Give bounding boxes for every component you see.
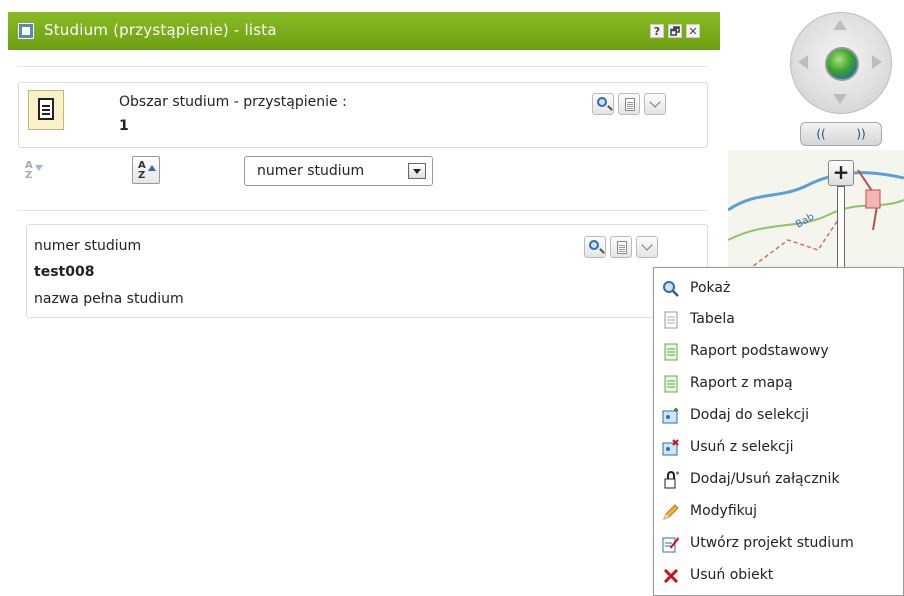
- svg-text:Bab: Bab: [794, 211, 816, 230]
- chevron-down-icon: [641, 239, 653, 251]
- sort-field-select[interactable]: numer studium: [244, 156, 433, 186]
- menu-item-create-project[interactable]: Utwórz projekt studium: [662, 532, 900, 556]
- panel-titlebar[interactable]: Studium (przystąpienie) - lista ? 🗗 ✕: [8, 12, 720, 50]
- create-project-icon: [662, 537, 679, 553]
- divider: [18, 210, 708, 211]
- sort-descending-button[interactable]: AZ: [132, 156, 160, 184]
- menu-item-label: Raport podstawowy: [690, 343, 829, 359]
- divider: [18, 66, 708, 67]
- window-icon: [18, 23, 34, 39]
- menu-item-label: Modyfikuj: [690, 503, 758, 519]
- help-button[interactable]: ?: [650, 24, 664, 38]
- layer-header-card: [18, 82, 708, 148]
- menu-item-label: Pokaż: [690, 280, 731, 296]
- page-icon: [617, 241, 627, 254]
- menu-item-label: Utwórz projekt studium: [690, 535, 854, 551]
- document-icon[interactable]: [28, 90, 64, 130]
- menu-item-label: Dodaj do selekcji: [690, 407, 810, 423]
- globe-icon[interactable]: [825, 47, 859, 81]
- remove-selection-icon: [662, 439, 679, 456]
- sort-field-value: numer studium: [257, 163, 365, 179]
- map-features-graphic: Bab: [728, 169, 904, 270]
- magnifier-icon: [663, 281, 679, 297]
- page-icon: [625, 98, 635, 111]
- record-second-label: nazwa pełna studium: [34, 291, 184, 307]
- table-page-icon: [664, 311, 678, 329]
- list-panel: Studium (przystąpienie) - lista ? 🗗 ✕ Ob…: [8, 12, 720, 596]
- menu-item-label: Dodaj/Usuń załącznik: [690, 471, 840, 487]
- pan-forward-button[interactable]: )): [856, 127, 865, 141]
- menu-item-label: Usuń obiekt: [690, 567, 774, 583]
- close-button[interactable]: ✕: [686, 24, 700, 38]
- pan-left-icon[interactable]: [798, 55, 808, 69]
- more-actions-button[interactable]: [644, 93, 666, 115]
- menu-item-label: Usuń z selekcji: [690, 439, 794, 455]
- pan-right-icon[interactable]: [872, 55, 882, 69]
- menu-item-label: Raport z mapą: [690, 375, 793, 391]
- menu-item-map-report[interactable]: Raport z mapą: [662, 372, 900, 396]
- pan-down-icon[interactable]: [833, 94, 847, 104]
- menu-item-add-selection[interactable]: Dodaj do selekcji: [662, 404, 900, 428]
- menu-item-delete[interactable]: Usuń obiekt: [662, 564, 900, 588]
- magnifier-icon: [589, 240, 599, 250]
- pan-back-button[interactable]: ((: [816, 127, 825, 141]
- menu-item-remove-selection[interactable]: Usuń z selekcji: [662, 436, 900, 460]
- dropdown-arrow-icon[interactable]: [408, 163, 426, 179]
- table-button[interactable]: [618, 93, 640, 115]
- menu-item-table[interactable]: Tabela: [662, 308, 900, 332]
- record-field-value: test008: [34, 264, 95, 280]
- report-icon: [664, 343, 678, 361]
- record-table-button[interactable]: [610, 236, 632, 258]
- restore-button[interactable]: 🗗: [668, 24, 682, 38]
- record-field-label: numer studium: [34, 238, 142, 254]
- menu-item-label: Tabela: [690, 311, 735, 327]
- magnifier-icon: [597, 97, 607, 107]
- record-context-menu: Pokaż Tabela Raport podstawowy Raport z …: [653, 267, 904, 596]
- record-more-button[interactable]: [636, 236, 658, 258]
- delete-x-icon: [663, 568, 679, 584]
- sort-za-icon: AZ: [138, 160, 146, 181]
- pencil-icon: [663, 504, 679, 520]
- record-show-button[interactable]: [584, 236, 606, 258]
- menu-item-attachment[interactable]: Dodaj/Usuń załącznik: [662, 468, 900, 492]
- zoom-in-button[interactable]: +: [828, 160, 854, 186]
- menu-item-basic-report[interactable]: Raport podstawowy: [662, 340, 900, 364]
- pan-up-icon[interactable]: [833, 20, 847, 30]
- panel-title: Studium (przystąpienie) - lista: [44, 21, 277, 39]
- menu-item-modify[interactable]: Modyfikuj: [662, 500, 900, 524]
- record-count: 1: [119, 118, 129, 134]
- map-tiles[interactable]: Bab: [728, 150, 904, 270]
- pan-history-bar[interactable]: (( )): [800, 122, 882, 146]
- attachment-icon: [664, 471, 679, 489]
- menu-item-show[interactable]: Pokaż: [662, 277, 900, 301]
- report-map-icon: [664, 375, 678, 393]
- show-all-button[interactable]: [592, 93, 614, 115]
- sort-az-icon: AZ: [25, 160, 33, 181]
- zoom-slider[interactable]: [837, 186, 845, 268]
- add-selection-icon: [662, 408, 678, 424]
- chevron-down-icon: [649, 96, 661, 108]
- sort-ascending-button[interactable]: AZ: [20, 157, 46, 183]
- layer-label: Obszar studium - przystąpienie :: [119, 94, 347, 110]
